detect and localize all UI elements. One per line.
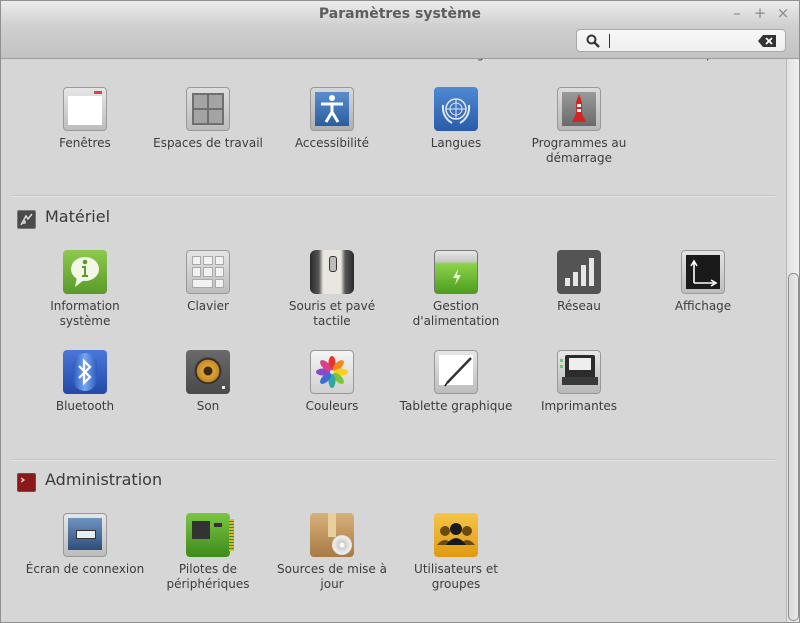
item-label: Gestion d'alimentation: [412, 299, 500, 328]
close-button[interactable]: ×: [774, 4, 792, 22]
keyboard-icon: [186, 250, 230, 294]
accessibility-icon: [310, 87, 354, 131]
settings-window: Paramètres système – + × verrouillage ba…: [0, 0, 800, 623]
settings-item-display[interactable]: Affichage: [641, 250, 765, 314]
speaker-icon: [186, 350, 230, 394]
item-label: Accessibilité: [294, 136, 370, 150]
settings-item-keyboard[interactable]: Clavier: [146, 250, 270, 314]
partial-label[interactable]: verrouillage: [394, 59, 518, 61]
settings-item-network[interactable]: Réseau: [517, 250, 641, 314]
item-label: Bluetooth: [55, 399, 115, 413]
settings-item-windows[interactable]: Fenêtres: [23, 87, 147, 151]
drivers-icon: [186, 513, 234, 557]
item-label: Pilotes de périphériques: [166, 562, 250, 591]
window-icon: [63, 87, 107, 131]
settings-item-login-screen[interactable]: Écran de connexion: [23, 513, 147, 577]
item-label: Langues: [430, 136, 482, 150]
clear-search-icon[interactable]: [758, 35, 776, 47]
item-label: Programmes au démarrage: [531, 136, 627, 165]
tablet-icon: [434, 350, 478, 394]
item-label: Imprimantes: [540, 399, 618, 413]
settings-item-power[interactable]: Gestion d'alimentation: [394, 250, 518, 329]
settings-item-mouse[interactable]: Souris et pavé tactile: [270, 250, 394, 329]
item-label: Écran de connexion: [25, 562, 145, 576]
section-divider: [11, 195, 775, 197]
settings-item-colors[interactable]: Couleurs: [270, 350, 394, 414]
settings-item-accessibility[interactable]: Accessibilité: [270, 87, 394, 151]
settings-item-tablet[interactable]: Tablette graphique: [394, 350, 518, 414]
item-label: Information système: [50, 299, 120, 328]
partial-label[interactable]: compte: [641, 59, 765, 61]
item-label: Clavier: [187, 299, 229, 313]
battery-icon: [434, 250, 478, 294]
search-field[interactable]: [576, 29, 786, 52]
item-label: Réseau: [557, 299, 601, 313]
software-sources-icon: [310, 513, 354, 557]
section-title: Matériel: [45, 207, 111, 226]
scrollbar-thumb[interactable]: [788, 273, 799, 621]
item-label: Couleurs: [305, 399, 359, 413]
search-input[interactable]: [611, 32, 755, 51]
colors-icon: [310, 350, 354, 394]
settings-item-software-sources[interactable]: Sources de mise à jour: [270, 513, 394, 592]
maximize-button[interactable]: +: [751, 4, 769, 22]
partial-label[interactable]: basculement c…: [517, 59, 641, 61]
workspaces-icon: [186, 87, 230, 131]
window-title: Paramètres système: [318, 6, 482, 22]
minimize-button[interactable]: –: [728, 4, 746, 22]
item-label: Son: [196, 399, 220, 413]
header-bar: Paramètres système – + ×: [1, 1, 799, 59]
languages-icon: [434, 87, 478, 131]
settings-item-sound[interactable]: Son: [146, 350, 270, 414]
startup-rocket-icon: [557, 87, 601, 131]
item-label: Sources de mise à jour: [277, 562, 387, 591]
item-label: Fenêtres: [59, 136, 111, 150]
printer-icon: [557, 350, 601, 394]
item-label: Utilisateurs et groupes: [414, 562, 498, 591]
hardware-section-icon: [17, 210, 36, 229]
settings-content: verrouillage basculement c… compte Fenêt…: [1, 59, 785, 622]
settings-item-languages[interactable]: Langues: [394, 87, 518, 151]
bluetooth-icon: [63, 350, 107, 394]
network-icon: [557, 250, 601, 294]
settings-item-workspaces[interactable]: Espaces de travail: [146, 87, 270, 151]
settings-item-system-info[interactable]: Information système: [23, 250, 147, 329]
item-label: Espaces de travail: [153, 136, 263, 150]
display-icon: [681, 250, 725, 294]
settings-item-printers[interactable]: Imprimantes: [517, 350, 641, 414]
settings-item-drivers[interactable]: Pilotes de périphériques: [146, 513, 270, 592]
login-screen-icon: [63, 513, 107, 557]
item-label: Tablette graphique: [399, 399, 513, 413]
section-divider: [11, 459, 775, 461]
settings-item-users[interactable]: Utilisateurs et groupes: [394, 513, 518, 592]
vertical-scrollbar[interactable]: [786, 59, 799, 622]
users-icon: [434, 513, 478, 557]
item-label: Souris et pavé tactile: [288, 299, 376, 328]
info-icon: [63, 250, 107, 294]
settings-item-bluetooth[interactable]: Bluetooth: [23, 350, 147, 414]
settings-item-startup[interactable]: Programmes au démarrage: [517, 87, 641, 166]
search-icon: [586, 34, 600, 48]
item-label: Affichage: [674, 299, 732, 313]
section-title: Administration: [45, 470, 163, 489]
mouse-icon: [310, 250, 354, 294]
text-cursor: [609, 34, 610, 48]
administration-section-icon: [17, 473, 36, 492]
